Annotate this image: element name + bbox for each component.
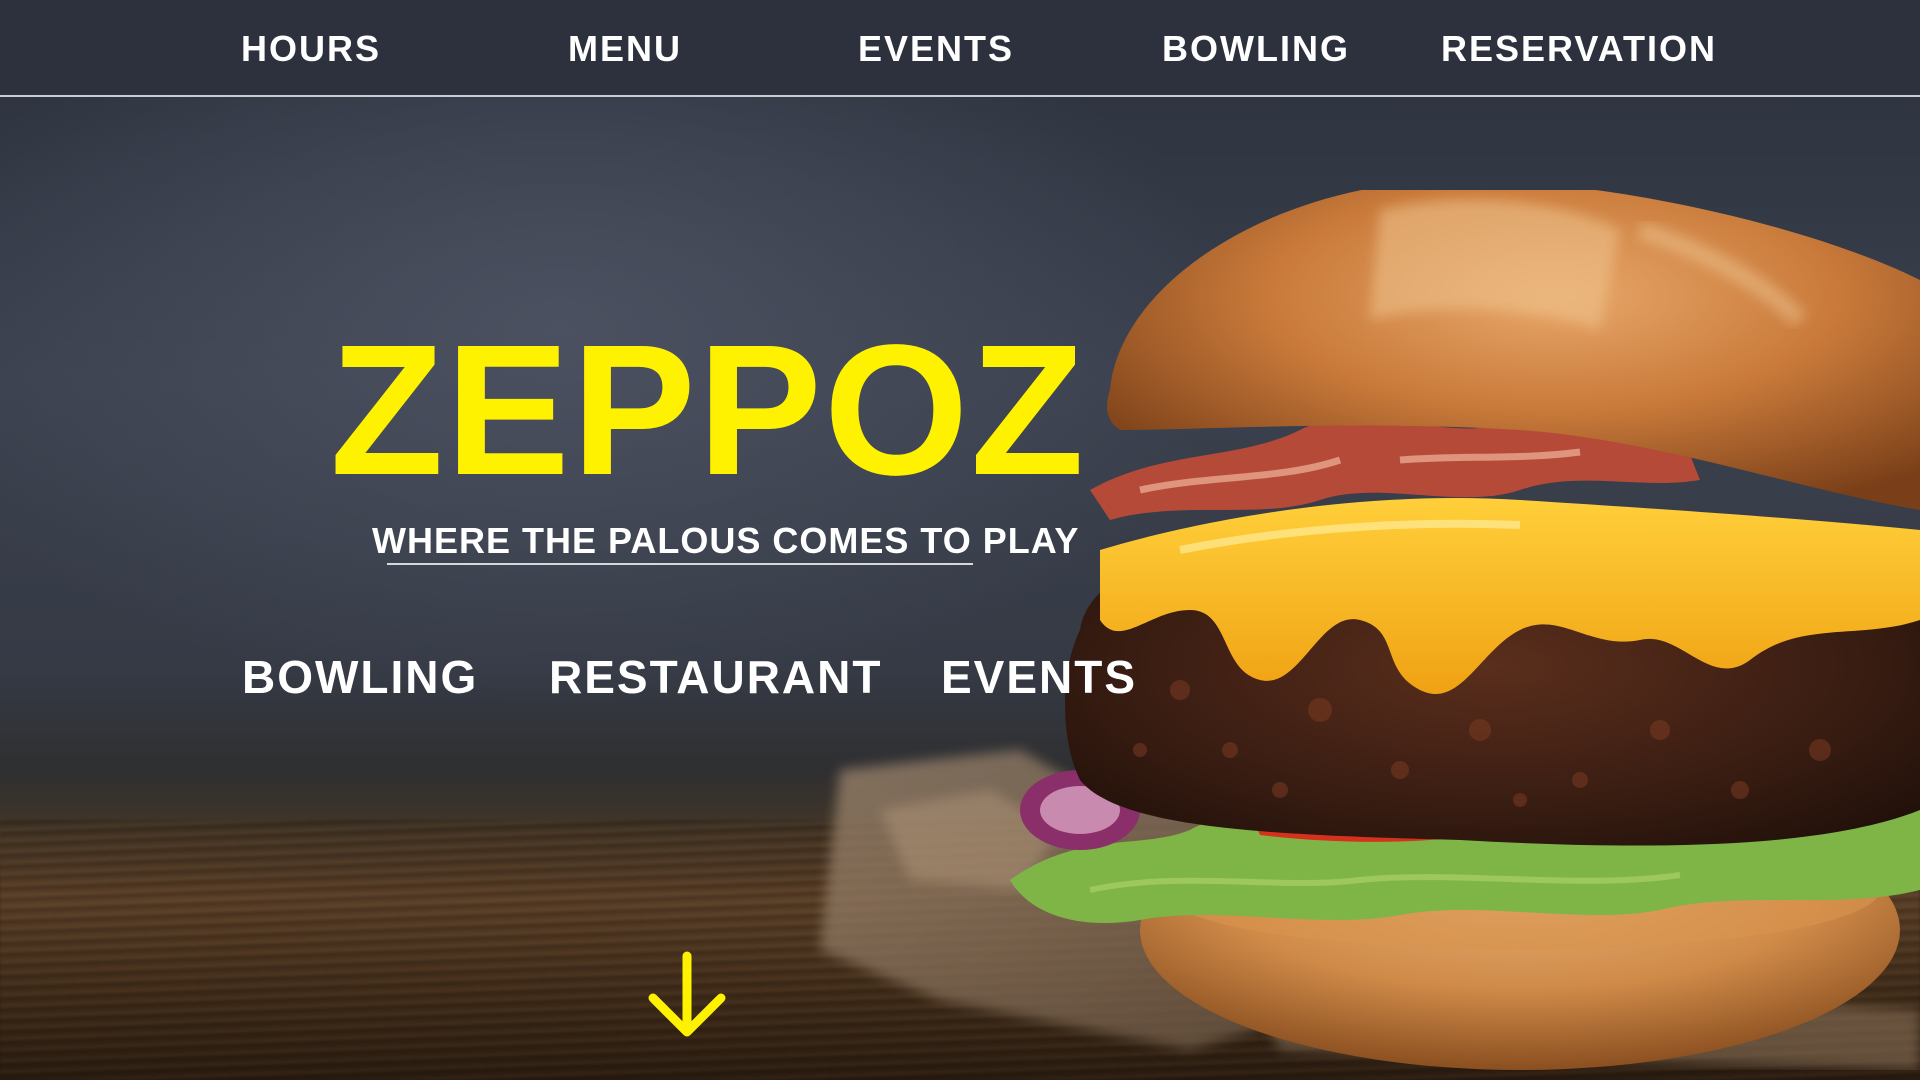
section-link-bowling[interactable]: BOWLING bbox=[242, 650, 478, 704]
section-link-events[interactable]: EVENTS bbox=[941, 650, 1137, 704]
landing-page: HOURS MENU EVENTS BOWLING RESERVATION ZE… bbox=[0, 0, 1920, 1080]
nav-link-reservation[interactable]: RESERVATION bbox=[1441, 28, 1717, 70]
section-link-restaurant[interactable]: RESTAURANT bbox=[549, 650, 882, 704]
nav-link-bowling[interactable]: BOWLING bbox=[1162, 28, 1350, 70]
brand-title: ZEPPOZ bbox=[330, 307, 1087, 514]
tagline: WHERE THE PALOUS COMES TO PLAY bbox=[372, 520, 1080, 561]
arrow-down-icon[interactable] bbox=[645, 950, 729, 1040]
nav-link-menu[interactable]: MENU bbox=[568, 28, 682, 70]
nav-link-events[interactable]: EVENTS bbox=[858, 28, 1014, 70]
tagline-underline bbox=[387, 563, 973, 565]
nav-link-hours[interactable]: HOURS bbox=[241, 28, 381, 70]
top-navigation-bar: HOURS MENU EVENTS BOWLING RESERVATION bbox=[0, 0, 1920, 97]
